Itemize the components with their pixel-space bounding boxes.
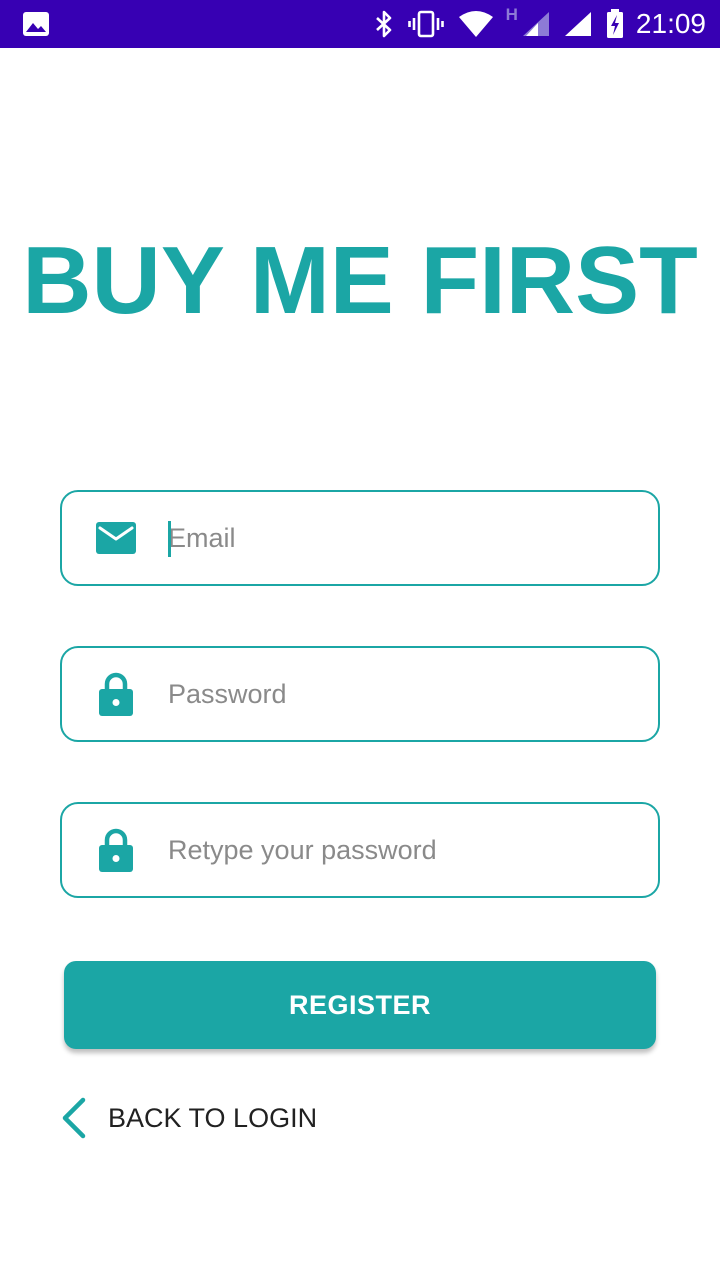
email-field[interactable] [60, 490, 660, 586]
password-field[interactable] [60, 646, 660, 742]
text-cursor [168, 521, 171, 557]
clock: 21:09 [635, 8, 706, 39]
chevron-left-icon [56, 1094, 92, 1142]
retype-password-input[interactable] [168, 804, 638, 896]
vibrate-icon [407, 10, 444, 38]
back-to-login-label: BACK TO LOGIN [108, 1102, 318, 1133]
lock-icon [94, 648, 138, 740]
register-button[interactable]: REGISTER [64, 961, 656, 1049]
gallery-icon [22, 11, 50, 37]
back-to-login-link[interactable]: BACK TO LOGIN [56, 1090, 317, 1146]
mail-icon [94, 492, 138, 584]
signal-icon [522, 11, 550, 37]
app-title: BUY ME FIRST [22, 227, 698, 334]
wifi-icon [458, 11, 494, 37]
retype-password-field[interactable] [60, 802, 660, 898]
signal-icon [564, 11, 592, 37]
password-input[interactable] [168, 648, 638, 740]
network-type-label: H [505, 5, 518, 24]
status-icons: H 21:09 [360, 0, 706, 48]
lock-icon [94, 804, 138, 896]
battery-charging-icon [606, 9, 624, 39]
email-input[interactable] [168, 492, 638, 584]
bluetooth-icon [374, 9, 394, 39]
status-bar: H 21:09 [0, 0, 720, 48]
